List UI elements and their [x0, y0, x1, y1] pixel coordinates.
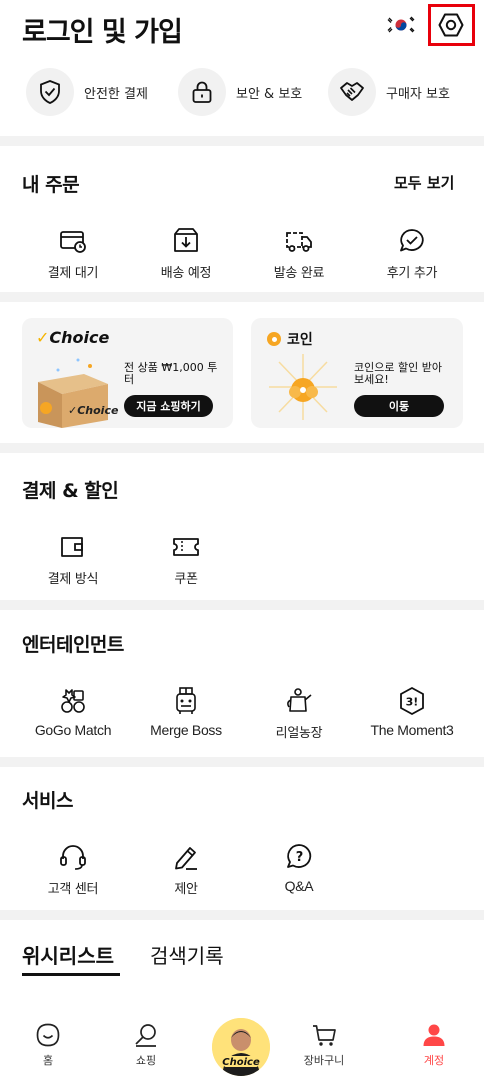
coin-desc: 코인으로 할인 받아보세요! — [354, 361, 442, 386]
choice-avatar-label: Choice — [222, 1057, 260, 1068]
coupon-icon — [173, 538, 199, 556]
entertainment-label: GoGo Match — [34, 722, 112, 738]
trust-label: 안전한 결제 — [84, 86, 148, 102]
nav-cart[interactable]: 장바구니 — [284, 1022, 364, 1068]
merge-boss-icon — [176, 687, 196, 714]
order-label: 배송 예정 — [160, 266, 212, 281]
entertainment-label: Merge Boss — [150, 722, 222, 738]
service-label: 제안 — [174, 882, 198, 897]
tab-search-history[interactable]: 검색기록 — [150, 940, 224, 969]
choice-desc: 전 상품 ₩1,000 투터 — [124, 361, 218, 386]
payment-label: 쿠폰 — [174, 572, 198, 587]
trust-badges: 안전한 결제 보안 & 보호 구매자 보호 — [0, 68, 484, 116]
trust-security[interactable]: 보안 & 보호 — [178, 68, 302, 116]
settings-icon[interactable] — [438, 12, 464, 38]
trust-buyer-protection[interactable]: 구매자 보호 — [328, 68, 450, 116]
choice-promo-card[interactable]: ✓Choice ✓Choice 전 상품 ₩1,000 투터 지금 쇼핑하기 — [22, 318, 233, 428]
service-label: Q&A — [284, 878, 314, 894]
shield-check-icon — [26, 68, 74, 116]
section-divider — [0, 600, 484, 610]
payment-method[interactable]: 결제 방식 — [23, 532, 123, 587]
gogo-match-icon — [61, 689, 85, 713]
account-icon — [423, 1024, 445, 1046]
nav-shopping[interactable]: 쇼핑 — [106, 1022, 186, 1068]
service-qna[interactable]: ? Q&A — [249, 842, 349, 894]
service-suggestion[interactable]: 제안 — [136, 842, 236, 897]
section-divider — [0, 910, 484, 920]
headset-icon — [60, 845, 86, 870]
section-divider — [0, 136, 484, 146]
coin-burst-icon — [269, 354, 337, 420]
truck-icon — [286, 232, 312, 252]
view-all-orders-link[interactable]: 모두 보기 — [394, 172, 454, 193]
tab-wishlist[interactable]: 위시리스트 — [22, 940, 114, 969]
nav-label: 홈 — [42, 1054, 54, 1067]
entertainment-label: 리얼농장 — [275, 726, 323, 741]
order-payment-pending[interactable]: 결제 대기 — [23, 226, 123, 281]
section-divider — [0, 292, 484, 302]
coin-title: 코인 — [287, 332, 313, 348]
nav-home[interactable]: 홈 — [8, 1022, 88, 1068]
korea-flag-icon[interactable] — [386, 14, 416, 36]
nav-account[interactable]: 계정 — [394, 1022, 474, 1068]
choice-brand-text: Choice — [49, 328, 110, 347]
payment-title: 결제 & 할인 — [22, 480, 119, 502]
order-add-review[interactable]: 후기 추가 — [362, 226, 462, 281]
service-label: 고객 센터 — [47, 882, 99, 897]
entertainment-merge-boss[interactable]: Merge Boss — [136, 686, 236, 738]
pencil-icon — [175, 847, 197, 870]
shopping-search-icon — [135, 1024, 156, 1047]
cart-icon — [313, 1025, 336, 1046]
nav-label: 쇼핑 — [135, 1054, 157, 1067]
entertainment-the-moment3[interactable]: 3! The Moment3 — [362, 686, 462, 738]
orders-title: 내 주문 — [22, 174, 80, 196]
order-to-ship[interactable]: 배송 예정 — [136, 226, 236, 281]
coin-promo-card[interactable]: 코인 코인으로 할인 받아보세요! 이동 — [251, 318, 463, 428]
choice-logo: ✓Choice — [36, 328, 110, 347]
question-bubble-icon: ? — [287, 844, 312, 868]
svg-text:?: ? — [296, 850, 304, 865]
svg-text:3!: 3! — [406, 696, 419, 709]
home-icon — [36, 1023, 60, 1047]
nav-choice[interactable]: Choice — [212, 1018, 270, 1076]
coin-icon — [267, 332, 281, 346]
choice-box-icon: ✓Choice — [38, 358, 119, 428]
moment3-icon: 3! — [400, 686, 424, 716]
handshake-icon — [328, 68, 376, 116]
wallet-icon — [61, 537, 83, 557]
page-title[interactable]: 로그인 및 가입 — [22, 10, 183, 49]
coin-go-button[interactable]: 이동 — [354, 395, 444, 417]
order-label: 결제 대기 — [47, 266, 99, 281]
active-tab-indicator — [22, 973, 120, 976]
payment-label: 결제 방식 — [47, 572, 99, 587]
service-title: 서비스 — [22, 790, 73, 812]
watering-can-icon — [287, 688, 312, 712]
order-label: 후기 추가 — [386, 266, 438, 281]
section-divider — [0, 443, 484, 453]
shop-now-button[interactable]: 지금 쇼핑하기 — [124, 395, 213, 417]
box-download-icon — [174, 228, 198, 252]
entertainment-title: 엔터테인먼트 — [22, 634, 124, 656]
trust-label: 보안 & 보호 — [236, 86, 303, 102]
choice-avatar-icon: Choice — [212, 1018, 270, 1076]
trust-label: 구매자 보호 — [386, 86, 450, 102]
entertainment-gogo-match[interactable]: GoGo Match — [23, 686, 123, 738]
nav-label: 장바구니 — [303, 1054, 345, 1067]
trust-secure-payment[interactable]: 안전한 결제 — [26, 68, 148, 116]
section-divider — [0, 757, 484, 767]
svg-text:✓Choice: ✓Choice — [68, 404, 119, 417]
coupons[interactable]: 쿠폰 — [136, 532, 236, 587]
entertainment-label: The Moment3 — [370, 722, 454, 738]
order-label: 발송 완료 — [273, 266, 325, 281]
nav-label: 계정 — [423, 1054, 445, 1067]
lock-icon — [178, 68, 226, 116]
entertainment-real-farm[interactable]: 리얼농장 — [249, 686, 349, 741]
account-page: 로그인 및 가입 안전한 결제 보안 & 보호 구매자 보호 내 주문 모두 보… — [0, 0, 484, 1080]
order-shipped[interactable]: 발송 완료 — [249, 226, 349, 281]
payment-pending-icon — [60, 231, 86, 253]
review-chat-icon — [400, 229, 424, 252]
service-customer-center[interactable]: 고객 센터 — [23, 842, 123, 897]
